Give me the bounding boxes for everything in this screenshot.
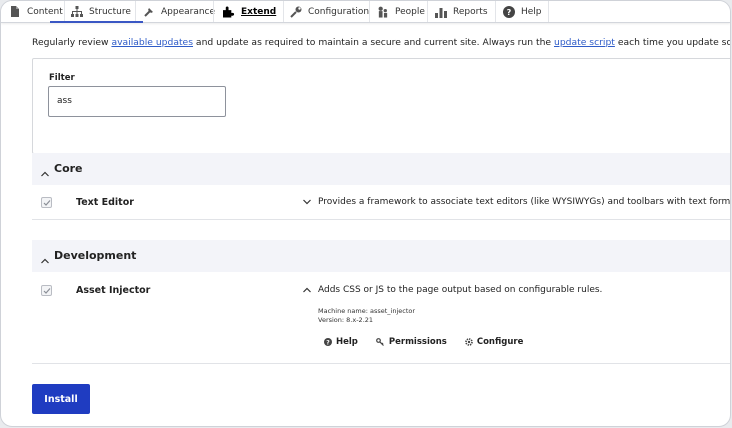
toolbar-item-configuration[interactable]: Configuration — [290, 1, 369, 22]
permissions-link[interactable]: Permissions — [375, 337, 447, 347]
module-name: Asset Injector — [76, 285, 151, 296]
toolbar-divider — [64, 1, 65, 22]
module-name: Text Editor — [76, 197, 134, 208]
toolbar-item-people[interactable]: People — [377, 1, 425, 22]
people-icon — [377, 6, 389, 18]
toolbar-divider — [369, 1, 370, 22]
toolbar-divider — [135, 1, 136, 22]
chevron-up-icon — [40, 251, 50, 264]
help-icon: ? — [324, 338, 332, 346]
module-version: Version: 8.x-2.21 — [318, 315, 374, 324]
intro-text: Regularly review available updates and u… — [32, 37, 730, 48]
content-icon — [9, 6, 21, 18]
module-checkbox[interactable] — [41, 285, 52, 296]
toolbar-divider — [427, 1, 428, 22]
update-script-link[interactable]: update script — [554, 37, 615, 48]
toolbar-item-help[interactable]: ? Help — [503, 1, 542, 22]
wrench-icon — [290, 6, 302, 18]
svg-text:?: ? — [507, 8, 512, 17]
filter-input[interactable]: ass — [48, 86, 226, 117]
structure-icon — [71, 6, 83, 18]
group-header-development[interactable]: Development — [32, 240, 730, 272]
group-header-core[interactable]: Core — [32, 153, 730, 185]
configure-link[interactable]: Configure — [465, 337, 523, 347]
gear-icon — [465, 338, 473, 346]
main-content: Regularly review available updates and u… — [1, 23, 730, 426]
toolbar-divider — [283, 1, 284, 22]
filter-label: Filter — [49, 73, 75, 83]
appearance-icon — [143, 6, 155, 18]
help-icon: ? — [503, 5, 515, 18]
module-description-toggle[interactable]: Provides a framework to associate text e… — [302, 197, 731, 207]
chevron-up-icon — [40, 164, 50, 177]
toolbar-divider — [495, 1, 496, 22]
module-row-text-editor: Text Editor Provides a framework to asso… — [32, 186, 731, 220]
module-meta: Machine name: asset_injector Version: 8.… — [318, 307, 415, 324]
module-links: ? Help Permissions Configure — [324, 337, 523, 347]
admin-toolbar: Content Structure Appearance Extend Conf… — [1, 1, 730, 23]
toolbar-divider — [213, 1, 214, 22]
toolbar-item-appearance[interactable]: Appearance — [143, 1, 215, 22]
group-title: Development — [54, 249, 137, 262]
module-description-toggle[interactable]: Adds CSS or JS to the page output based … — [302, 285, 602, 295]
chevron-up-icon — [302, 285, 312, 295]
svg-text:?: ? — [326, 339, 330, 346]
toolbar-item-extend[interactable]: Extend — [223, 1, 276, 22]
help-link[interactable]: ? Help — [324, 337, 358, 347]
module-description: Adds CSS or JS to the page output based … — [318, 285, 603, 295]
toolbar-item-reports[interactable]: Reports — [435, 1, 488, 22]
toolbar-item-structure[interactable]: Structure — [71, 1, 131, 22]
chevron-down-icon — [302, 197, 312, 207]
toolbar-divider — [548, 1, 549, 22]
reports-icon — [435, 6, 447, 18]
module-checkbox[interactable] — [41, 197, 52, 208]
machine-name: Machine name: asset_injector — [318, 307, 416, 315]
key-icon — [375, 338, 385, 346]
browser-frame: Content Structure Appearance Extend Conf… — [0, 0, 731, 427]
module-row-asset-injector: Asset Injector Adds CSS or JS to the pag… — [32, 273, 730, 364]
extend-icon — [223, 5, 235, 18]
filter-panel: Filter ass — [32, 58, 730, 154]
available-updates-link[interactable]: available updates — [111, 37, 193, 48]
group-title: Core — [54, 162, 83, 175]
install-button[interactable]: Install — [32, 384, 90, 414]
toolbar-item-content[interactable]: Content — [9, 1, 63, 22]
module-description: Provides a framework to associate text e… — [318, 197, 731, 207]
